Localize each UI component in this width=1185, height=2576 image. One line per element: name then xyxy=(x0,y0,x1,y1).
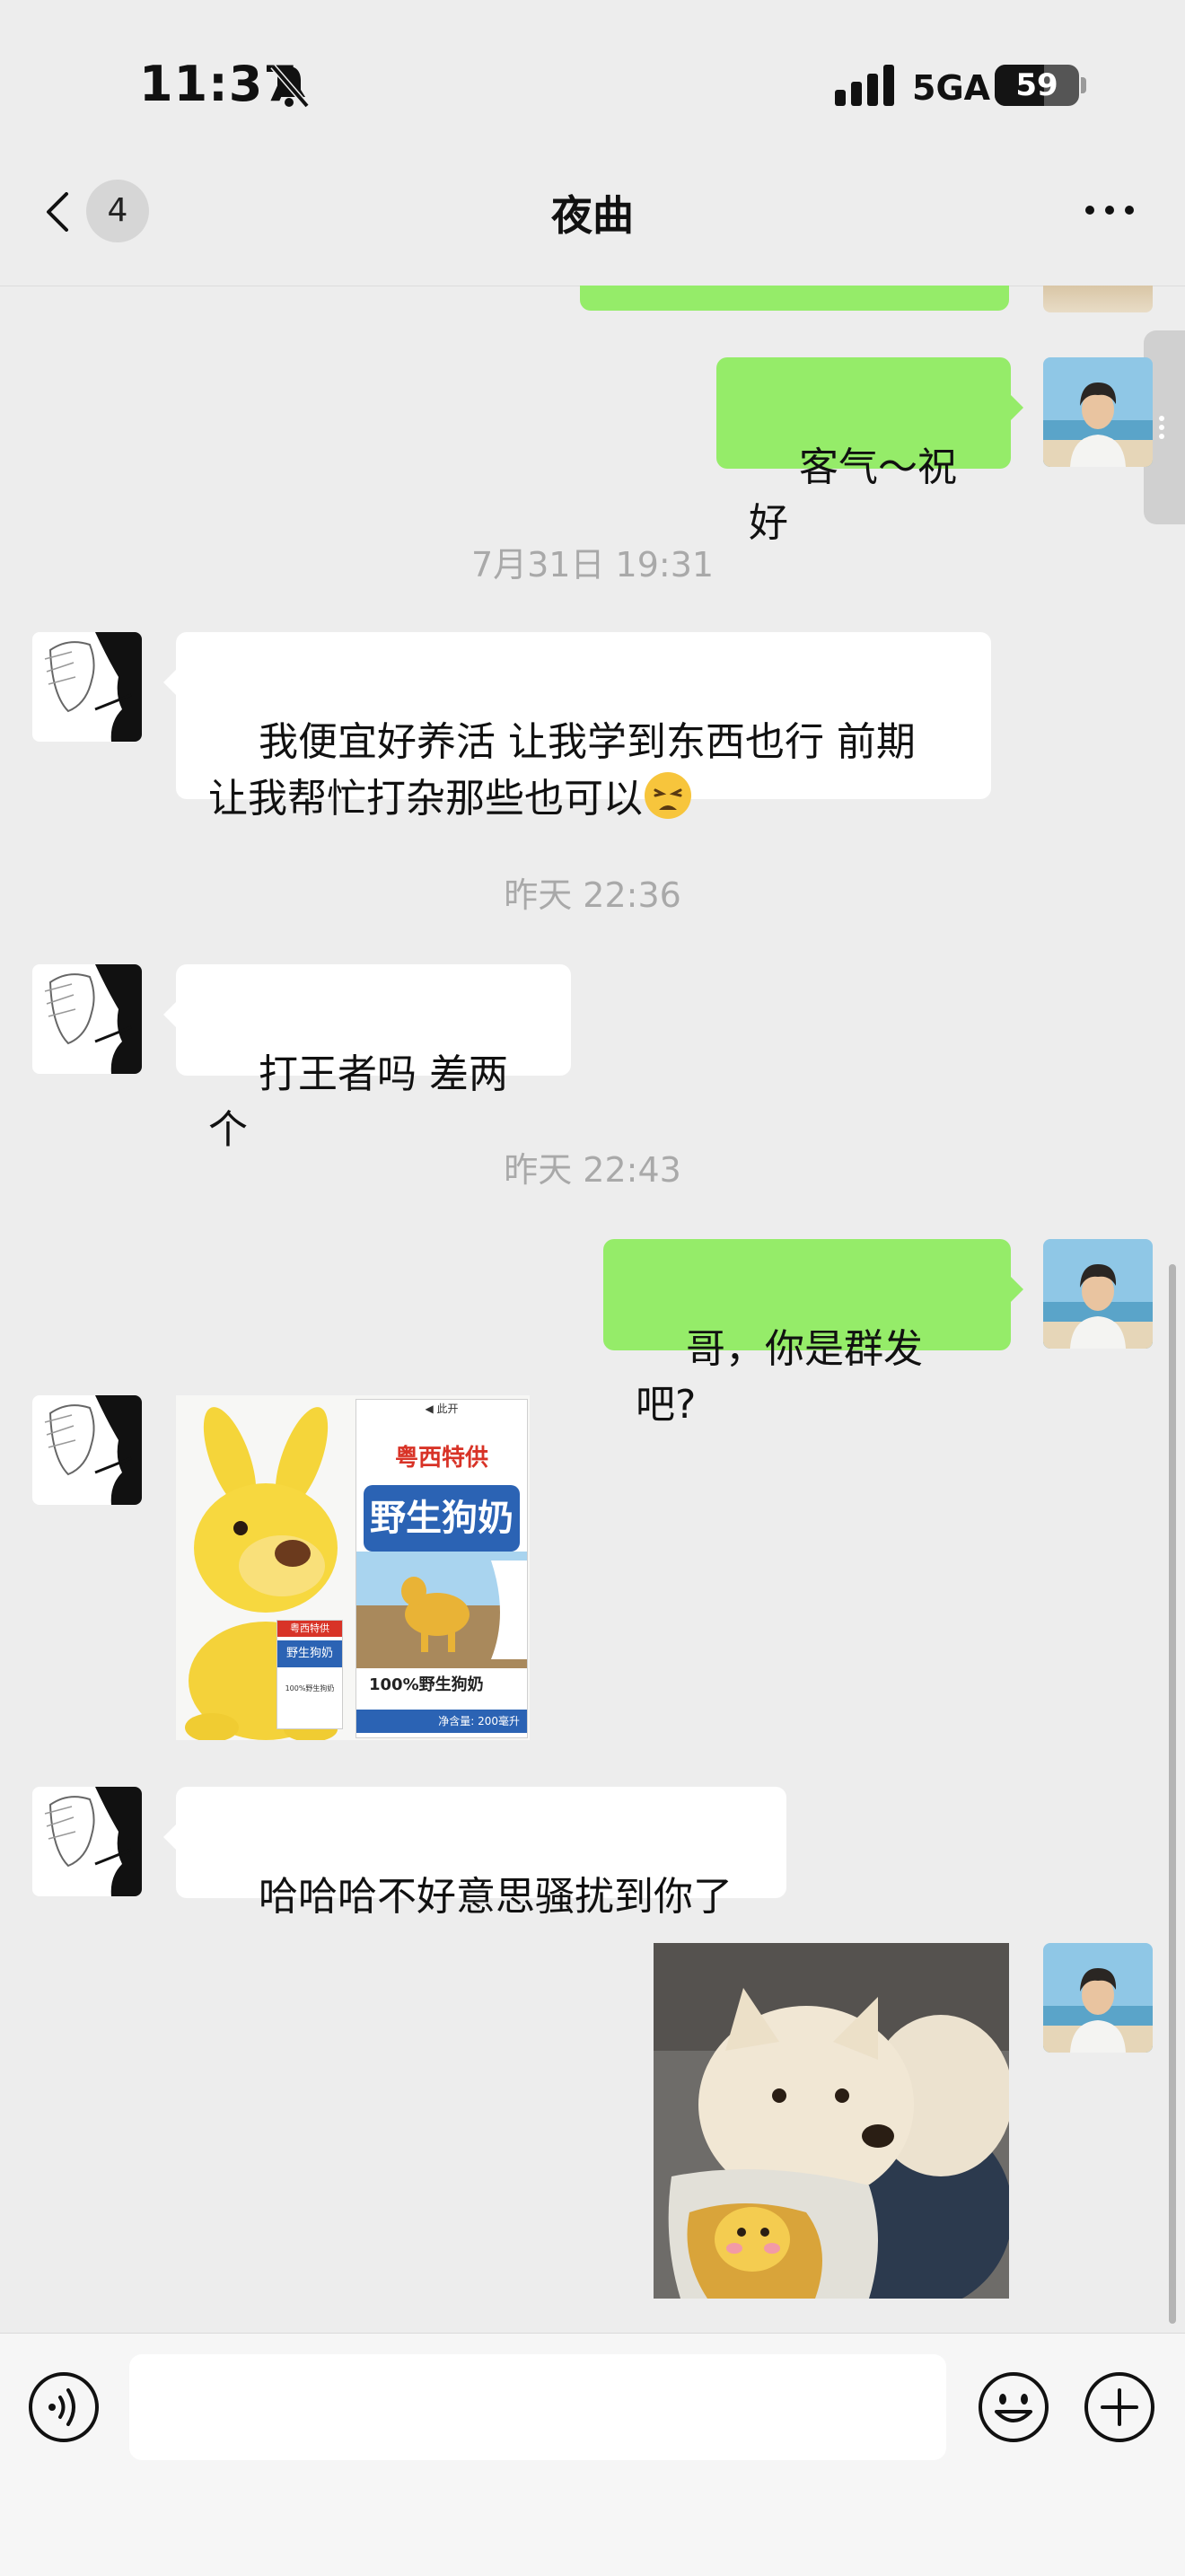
avatar-self[interactable] xyxy=(1043,357,1153,467)
voice-icon[interactable] xyxy=(27,2370,101,2444)
avatar-contact[interactable] xyxy=(32,632,142,742)
avatar-contact-image xyxy=(32,632,142,742)
message-bubble-self[interactable]: 客气～祝好 xyxy=(716,357,1023,546)
timestamp: 昨天 22:36 xyxy=(504,875,681,915)
avatar-self-partial[interactable] xyxy=(1043,286,1153,312)
battery-icon: 59 xyxy=(995,65,1079,106)
signal-icon xyxy=(835,65,894,106)
avatar-self-image xyxy=(1043,357,1153,467)
avatar-contact-image xyxy=(32,964,142,1074)
carton-top-label: ◀ 此开 xyxy=(425,1402,459,1415)
plus-icon[interactable] xyxy=(1083,2370,1156,2444)
bell-slash-icon xyxy=(270,64,309,109)
avatar-self-image xyxy=(1043,1943,1153,2053)
tired-face-emoji xyxy=(645,772,691,819)
timestamp: 7月31日 19:31 xyxy=(470,545,715,585)
timestamp: 昨天 22:43 xyxy=(504,1150,681,1190)
message-bubble-contact[interactable]: 哈哈哈不好意思骚扰到你了 xyxy=(163,1787,786,1920)
more-dots-icon[interactable] xyxy=(1074,183,1146,237)
avatar-contact[interactable] xyxy=(32,964,142,1074)
carton-percent: 100%野生狗奶 xyxy=(369,1675,484,1694)
avatar-contact-image xyxy=(32,1787,142,1896)
battery-level: 59 xyxy=(1015,67,1058,103)
message-text: 客气～祝好 xyxy=(749,444,957,546)
avatar-contact[interactable] xyxy=(32,1787,142,1896)
message-text: 哥，你是群发吧? xyxy=(636,1326,923,1428)
image-message-dog-sticker[interactable] xyxy=(654,1943,1009,2299)
message-text: 哈哈哈不好意思骚扰到你了 xyxy=(258,1874,733,1920)
smiley-icon[interactable] xyxy=(977,2370,1050,2444)
network-type: 5GA xyxy=(912,68,991,108)
big-milk-carton: ◀ 此开 粤西特供 野生狗奶 100%野生狗奶 净含量: 200毫升 xyxy=(356,1399,528,1738)
message-bubble-partial[interactable] xyxy=(580,286,1009,311)
avatar-self[interactable] xyxy=(1043,1239,1153,1349)
battery-tip xyxy=(1081,77,1086,93)
carton-dog-illustration xyxy=(356,1552,527,1668)
avatar-contact[interactable] xyxy=(32,1395,142,1505)
message-bubble-contact[interactable]: 我便宜好养活 让我学到东西也行 前期 让我帮忙打杂那些也可以 xyxy=(163,632,991,822)
small-carton-product: 野生狗奶 xyxy=(277,1640,342,1667)
carton-brand: 粤西特供 xyxy=(394,1445,488,1472)
message-input[interactable] xyxy=(129,2354,946,2460)
message-bubble-contact[interactable]: 打王者吗 差两个 xyxy=(163,964,571,1153)
fluffy-dog-sticker-image xyxy=(654,1943,1009,2299)
avatar-self-image xyxy=(1043,1239,1153,1349)
avatar-self[interactable] xyxy=(1043,1943,1153,2053)
message-text: 我便宜好养活 让我学到东西也行 前期 让我帮忙打杂那些也可以 xyxy=(208,719,916,822)
chat-title: 夜曲 xyxy=(551,191,634,240)
scrollbar-thumb[interactable] xyxy=(1169,1264,1176,2324)
small-milk-carton: 粤西特供 野生狗奶 100%野生狗奶 xyxy=(276,1620,343,1729)
message-bubble-self[interactable]: 哥，你是群发吧? xyxy=(603,1239,1023,1428)
image-message-dog-milk[interactable]: 粤西特供 野生狗奶 100%野生狗奶 ◀ 此开 粤西特供 野生狗奶 100%野生… xyxy=(176,1395,530,1740)
small-carton-percent: 100%野生狗奶 xyxy=(285,1684,335,1692)
small-carton-brand: 粤西特供 xyxy=(277,1621,342,1637)
carton-product: 野生狗奶 xyxy=(364,1485,520,1552)
avatar-contact-image xyxy=(32,1395,142,1505)
message-text: 打王者吗 差两个 xyxy=(208,1051,508,1153)
carton-volume: 净含量: 200毫升 xyxy=(356,1710,527,1733)
